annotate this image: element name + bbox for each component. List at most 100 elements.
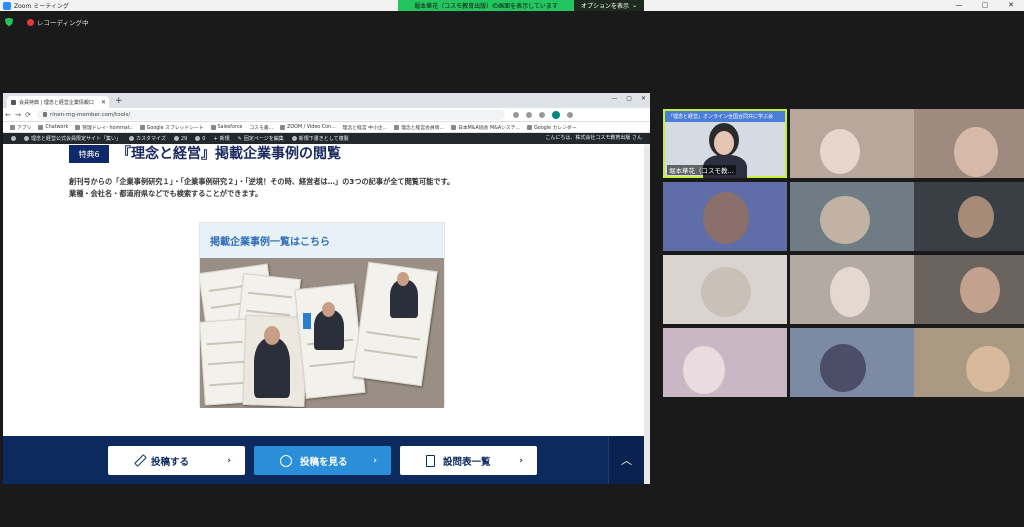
wp-updates-link[interactable]: 29 (173, 135, 188, 142)
case-list-card[interactable]: 掲載企業事例一覧はこちら (199, 222, 445, 408)
video-tile[interactable] (663, 328, 787, 397)
wp-edit-page-link[interactable]: ✎ 固定ページを編集 (238, 135, 284, 143)
bookmark[interactable]: アプリ (10, 124, 31, 131)
bottom-action-bar: 投稿する › 投稿を見る › 設問表一覧 › (3, 436, 644, 484)
participant-face (830, 267, 870, 317)
bookmark[interactable]: Google スプレッドシート (139, 124, 204, 131)
bookmark-label: 理念と経営会員情... (401, 125, 445, 131)
chevron-up-icon: ︿ (621, 454, 632, 467)
video-tile-presenter[interactable]: 『理念と経営』オンライン全国合同共に学ぶ会 堀本華花（コスモ教... (663, 109, 787, 178)
bookmark[interactable]: Salesforce (210, 124, 243, 130)
portrait (254, 338, 290, 398)
video-tile[interactable] (790, 182, 914, 251)
wp-new-label: 新規 (219, 136, 230, 142)
browser-tabbar: 会員特典 | 理念と経営企業情報口 ✕ + — ▢ ✕ (3, 93, 650, 108)
maximize-button[interactable]: ▢ (626, 95, 632, 102)
wp-duplicate-link[interactable]: 新規下書きとして複製 (291, 135, 349, 142)
wp-comments-link[interactable]: 0 (195, 136, 205, 142)
video-tile[interactable] (790, 109, 914, 178)
browser-tab[interactable]: 会員特典 | 理念と経営企業情報口 ✕ (7, 96, 109, 108)
back-icon[interactable]: ← (3, 111, 13, 119)
plus-icon: + (213, 135, 218, 142)
video-tile[interactable] (914, 182, 1024, 251)
record-icon (27, 18, 34, 26)
page-content: 特典6 『理念と経営』掲載企業事例の閲覧 創刊号からの「企業事例研究１」・「企業… (3, 144, 650, 473)
recording-label[interactable]: レコーディング中 (37, 17, 89, 27)
address-bar: ← → ⟳ rinen-mg-member.com/tools/ (3, 108, 650, 122)
document-icon (426, 454, 435, 467)
minimize-button[interactable]: — (946, 0, 972, 11)
bookmark-label: Salesforce (217, 124, 243, 130)
copy-icon (291, 136, 297, 141)
wp-updates-count: 29 (180, 135, 188, 142)
video-tile[interactable] (914, 328, 1024, 397)
puzzle-icon[interactable] (539, 111, 545, 118)
bookmark[interactable]: Chatwork (38, 124, 68, 130)
bookmark-icon (38, 124, 44, 130)
question-list-button[interactable]: 設問表一覧 › (400, 446, 537, 475)
video-tile[interactable] (663, 255, 787, 324)
bookmark[interactable]: ZOOM / Video Con... (280, 124, 336, 130)
card-header[interactable]: 掲載企業事例一覧はこちら (200, 223, 444, 258)
wp-greeting[interactable]: こんにちは、株式会社コスモ教育出版 さん (545, 133, 642, 144)
extension-icon[interactable] (526, 111, 532, 118)
video-tile[interactable] (790, 255, 914, 324)
bookmark[interactable]: 日本M&A協会 M&Aシステ... (451, 124, 520, 131)
bookmark[interactable]: Google カレンダー (527, 124, 577, 131)
forward-icon[interactable]: → (13, 111, 23, 119)
magazine-collage-image[interactable] (200, 258, 444, 408)
bookmark-label: ZOOM / Video Con... (287, 124, 336, 130)
portrait-face (397, 272, 409, 286)
bookmark[interactable]: 理念と経営会員情... (394, 124, 444, 131)
minimize-button[interactable]: — (611, 95, 617, 102)
close-button[interactable]: ✕ (998, 0, 1024, 11)
reload-icon[interactable]: ⟳ (23, 111, 33, 119)
scroll-to-top-button[interactable]: ︿ (608, 436, 644, 484)
maximize-button[interactable]: ▢ (972, 0, 998, 11)
bookmark[interactable]: コスモ書... (249, 124, 273, 131)
view-posts-button[interactable]: 投稿を見る › (254, 446, 391, 475)
new-tab-button[interactable]: + (115, 95, 123, 108)
bookmark-label: Google スプレッドシート (146, 125, 204, 131)
description-line-1: 創刊号からの「企業事例研究１」・「企業事例研究２」・「逆境！その時、経営者は…」… (69, 177, 455, 186)
wp-logo-icon[interactable] (11, 136, 16, 141)
wp-customize-link[interactable]: カスタマイズ (129, 135, 166, 142)
participant-face (701, 267, 751, 317)
url-input[interactable]: rinen-mg-member.com/tools/ (37, 109, 505, 120)
bookmark[interactable]: 理念と経営 中小企... (343, 124, 387, 131)
wp-site-link[interactable]: 理念と経営公式会員限定サイト「集い」 (24, 135, 121, 142)
post-button[interactable]: 投稿する › (108, 446, 245, 475)
globe-icon (451, 124, 457, 130)
wp-new-link[interactable]: + 新規 (213, 135, 230, 143)
star-icon[interactable] (513, 111, 519, 118)
bookmark[interactable]: 管理ドレイ- hommat.. (75, 124, 133, 131)
window-controls: — ▢ ✕ (946, 0, 1024, 11)
profile-avatar[interactable] (552, 110, 560, 119)
page-scrollbar[interactable] (644, 148, 650, 484)
presenter-slide-title: 『理念と経営』オンライン全国合同共に学ぶ会 (665, 111, 785, 122)
participant-face (820, 129, 860, 174)
video-tile[interactable] (914, 109, 1024, 178)
tab-title: 会員特典 | 理念と経営企業情報口 (19, 99, 94, 106)
shield-icon[interactable] (5, 17, 13, 27)
extension-icons (513, 110, 573, 119)
bookmark-label: アプリ (17, 125, 32, 131)
video-tile[interactable] (790, 328, 914, 397)
meeting-status-bar: レコーディング中 (0, 14, 200, 30)
view-options-label: オプションを表示 (580, 3, 629, 10)
video-tile[interactable] (663, 182, 787, 251)
pencil-icon (134, 454, 147, 467)
wp-edit-label: 固定ページを編集 (243, 136, 284, 142)
brush-icon (129, 136, 135, 141)
video-tile[interactable] (914, 255, 1024, 324)
menu-icon[interactable] (567, 111, 573, 118)
zoom-icon (280, 124, 286, 130)
chevron-right-icon: › (519, 455, 523, 466)
view-options-button[interactable]: オプションを表示 ⌄ (574, 0, 644, 11)
close-button[interactable]: ✕ (641, 95, 646, 102)
bookmark-label: Google カレンダー (534, 125, 577, 131)
chevron-right-icon: › (227, 455, 231, 466)
close-icon[interactable]: ✕ (101, 99, 106, 106)
chevron-right-icon: › (373, 455, 377, 466)
bookmark-label: 管理ドレイ- hommat.. (82, 125, 133, 131)
